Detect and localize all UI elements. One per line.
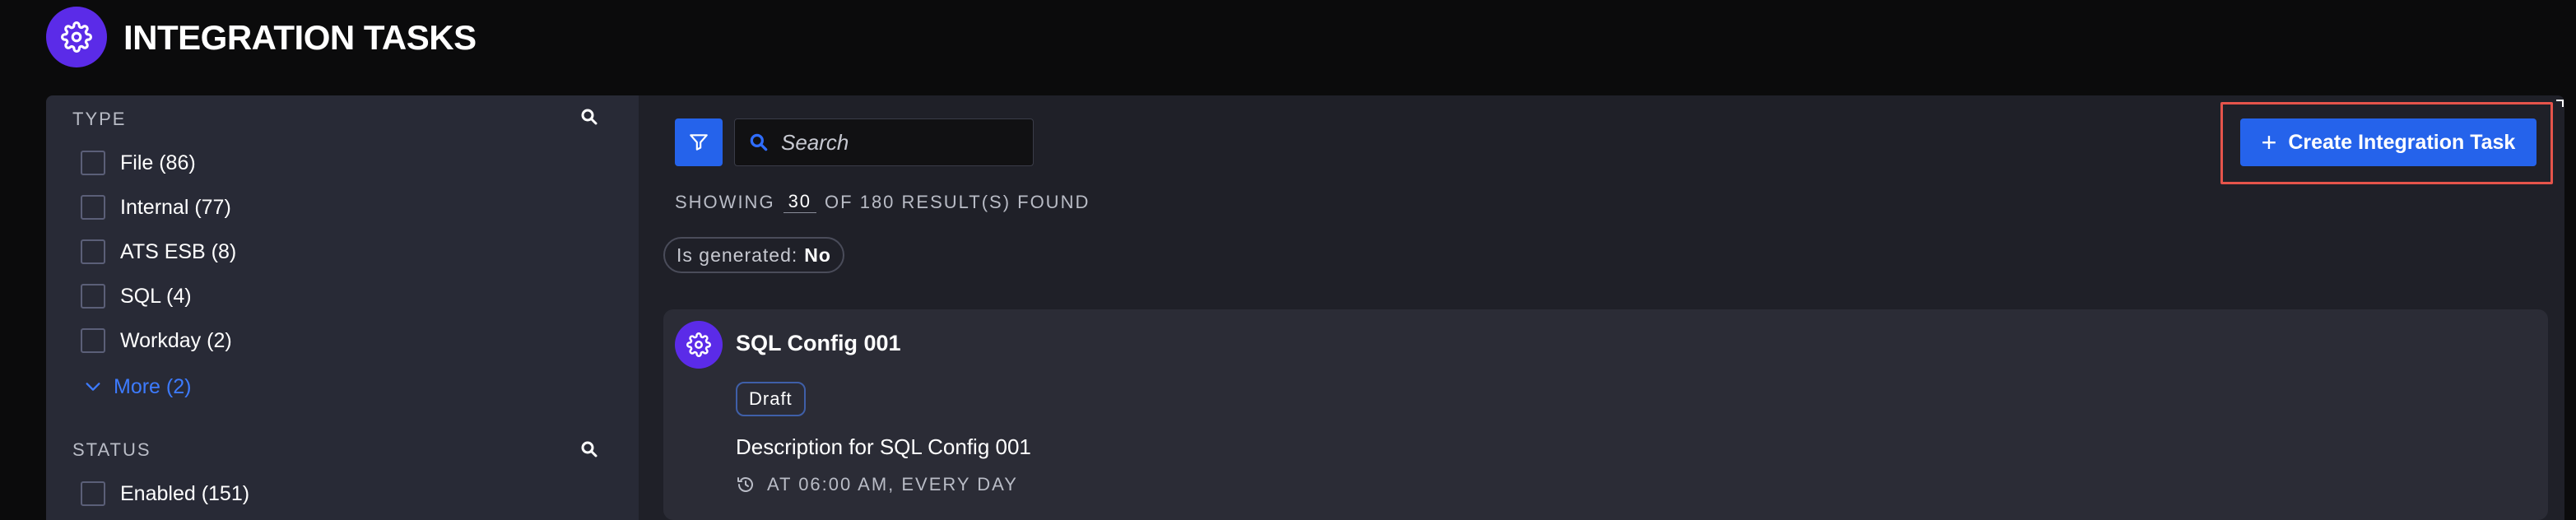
plus-icon: + bbox=[2261, 128, 2277, 157]
checkbox[interactable] bbox=[81, 239, 105, 264]
filter-key: Is generated: bbox=[677, 244, 798, 266]
results-prefix: SHOWING bbox=[675, 191, 775, 212]
facet-item-label: Enabled (151) bbox=[120, 481, 250, 505]
status-facet-heading: STATUS bbox=[72, 439, 151, 460]
more-types-link[interactable]: More (2) bbox=[84, 372, 191, 402]
gear-icon bbox=[46, 7, 107, 67]
facet-item-label: ATS ESB (8) bbox=[120, 239, 237, 263]
task-card[interactable]: SQL Config 001 Draft Description for SQL… bbox=[663, 309, 2548, 520]
checkbox[interactable] bbox=[81, 151, 105, 175]
results-suffix: OF 180 RESULT(S) FOUND bbox=[825, 191, 1090, 212]
create-button-label: Create Integration Task bbox=[2288, 130, 2516, 154]
task-description: Description for SQL Config 001 bbox=[736, 434, 1031, 459]
facet-item-label: Workday (2) bbox=[120, 328, 232, 352]
type-search-icon[interactable] bbox=[579, 107, 599, 127]
filter-sidebar: TYPE File (86) Internal (77) ATS ESB (8)… bbox=[46, 95, 639, 520]
checkbox[interactable] bbox=[81, 328, 105, 353]
page-size-selector[interactable]: 30 bbox=[783, 191, 817, 213]
filter-button[interactable] bbox=[675, 118, 723, 166]
search-field[interactable] bbox=[734, 118, 1034, 166]
expand-icon[interactable] bbox=[2553, 99, 2564, 110]
checkbox[interactable] bbox=[81, 481, 105, 506]
facet-item-internal[interactable]: Internal (77) bbox=[81, 193, 231, 222]
facet-item-label: Internal (77) bbox=[120, 195, 231, 219]
status-badge: Draft bbox=[736, 382, 806, 416]
facet-item-ats-esb[interactable]: ATS ESB (8) bbox=[81, 237, 236, 267]
status-search-icon[interactable] bbox=[579, 439, 599, 459]
history-icon bbox=[737, 477, 753, 492]
search-icon bbox=[750, 133, 768, 151]
facet-item-sql[interactable]: SQL (4) bbox=[81, 281, 192, 311]
chevron-down-icon bbox=[86, 383, 100, 391]
schedule-text: AT 06:00 AM, EVERY DAY bbox=[767, 474, 1018, 494]
facet-item-file[interactable]: File (86) bbox=[81, 148, 196, 178]
facet-item-enabled[interactable]: Enabled (151) bbox=[81, 479, 249, 508]
facet-item-label: SQL (4) bbox=[120, 284, 192, 308]
task-title[interactable]: SQL Config 001 bbox=[736, 331, 901, 356]
integration-tasks-page: INTEGRATION TASKS TYPE File (86) Interna… bbox=[0, 0, 2576, 520]
gear-icon bbox=[675, 321, 723, 369]
more-label: More (2) bbox=[114, 374, 192, 398]
facet-item-label: File (86) bbox=[120, 151, 196, 174]
facet-item-workday[interactable]: Workday (2) bbox=[81, 326, 232, 355]
page-title: INTEGRATION TASKS bbox=[123, 18, 477, 57]
filter-value: No bbox=[804, 244, 831, 266]
search-input[interactable] bbox=[779, 128, 1013, 156]
results-panel: SHOWING 30 OF 180 RESULT(S) FOUND Is gen… bbox=[639, 95, 2564, 520]
active-filter-chip[interactable]: Is generated: No bbox=[663, 237, 844, 273]
create-integration-task-button[interactable]: + Create Integration Task bbox=[2240, 118, 2536, 166]
task-schedule: AT 06:00 AM, EVERY DAY bbox=[736, 474, 1018, 495]
results-summary: SHOWING 30 OF 180 RESULT(S) FOUND bbox=[675, 191, 1090, 213]
type-facet-heading: TYPE bbox=[72, 109, 127, 129]
checkbox[interactable] bbox=[81, 284, 105, 309]
funnel-icon bbox=[690, 134, 708, 151]
checkbox[interactable] bbox=[81, 195, 105, 220]
